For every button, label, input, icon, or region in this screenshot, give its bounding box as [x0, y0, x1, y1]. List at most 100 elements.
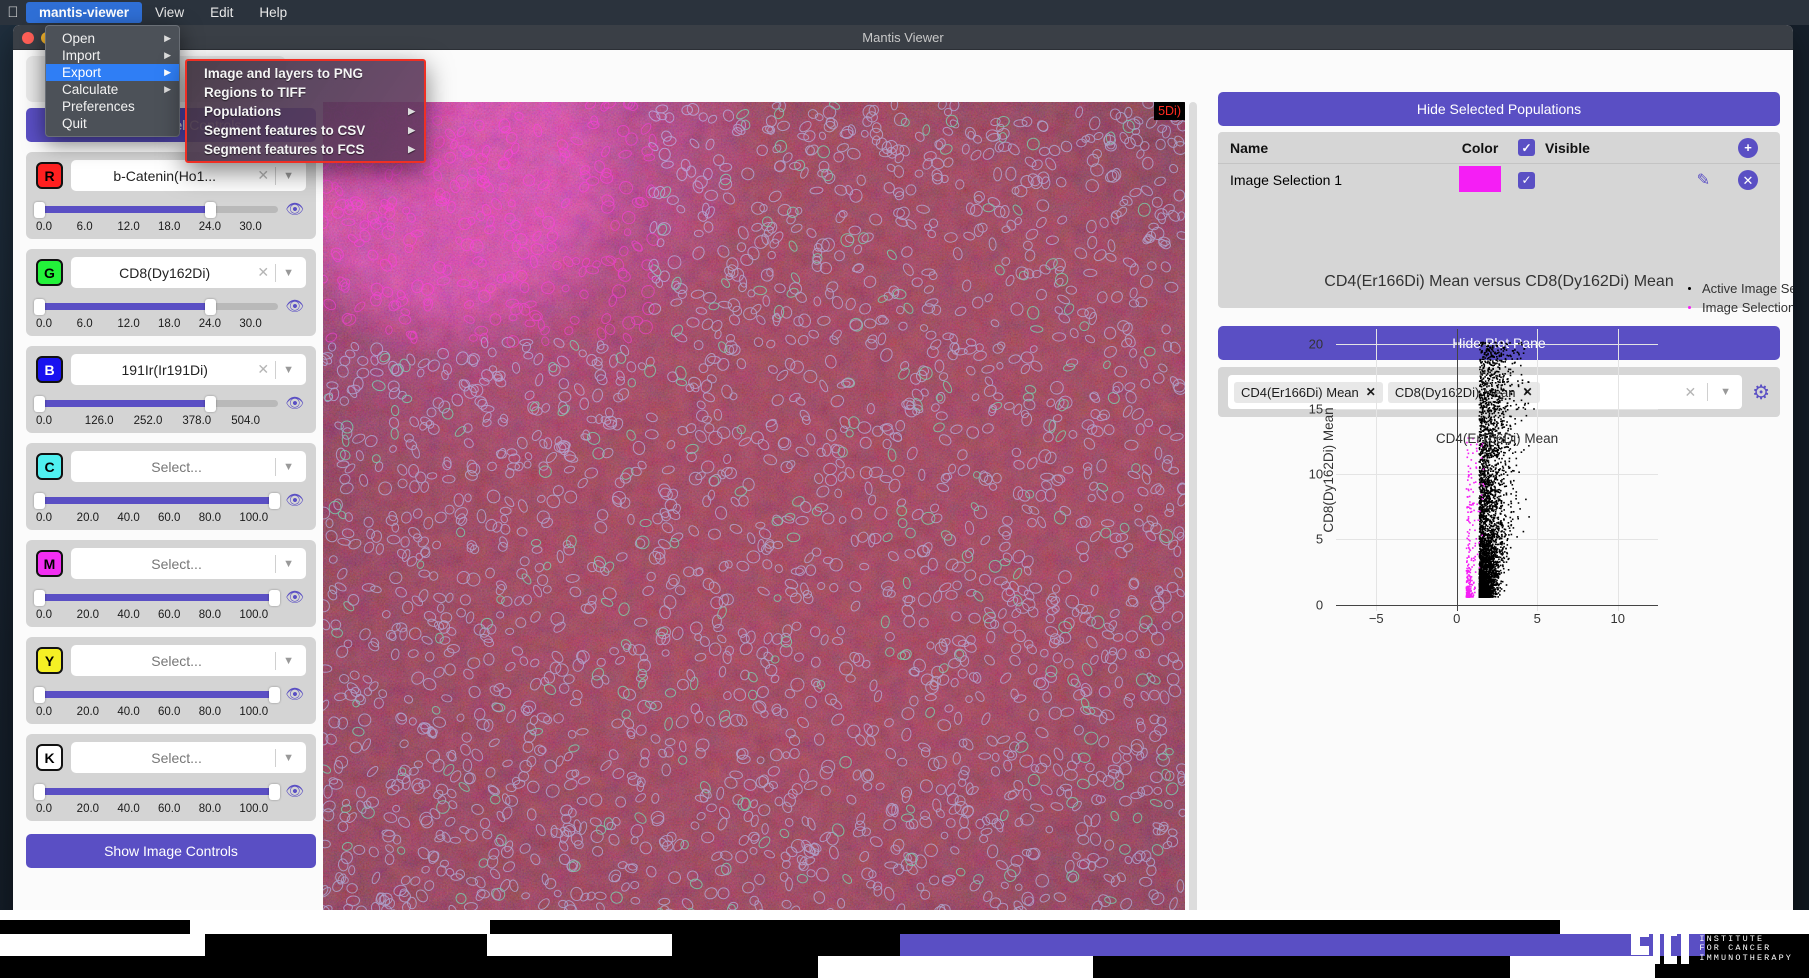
channel-ticks-c: 0.0 20.0 40.0 60.0 80.0 100.0	[36, 512, 269, 524]
population-visible-checkbox[interactable]: ✓	[1518, 171, 1535, 189]
channel-value-y: Select...	[151, 652, 202, 669]
x-axis-label: CD4(Er166Di) Mean	[1435, 431, 1559, 446]
window-title: Mantis Viewer	[862, 29, 944, 45]
close-window-button[interactable]	[22, 31, 34, 44]
color-swatch[interactable]	[1459, 165, 1501, 192]
population-color-cell[interactable]	[1442, 165, 1518, 195]
populations-table-header: Name Color ✓ Visible +	[1218, 132, 1780, 164]
menu-item-open[interactable]: Open ▶	[46, 30, 179, 47]
channel-range-slider-k[interactable]	[34, 783, 280, 800]
chevron-down-icon[interactable]: ▼	[276, 558, 299, 570]
channel-range-slider-b[interactable]	[34, 395, 278, 412]
x-tick-label: 10	[1610, 611, 1625, 626]
bar-purple	[900, 934, 1705, 956]
hide-selected-populations-button[interactable]: Hide Selected Populations	[1218, 92, 1780, 126]
chevron-down-icon[interactable]: ▼	[276, 752, 299, 764]
submenu-item-regions-to-tiff[interactable]: Regions to TIFF	[187, 83, 424, 102]
channel-range-slider-y[interactable]	[34, 686, 280, 703]
chevron-down-icon[interactable]: ▼	[276, 170, 299, 182]
legend-label: Image Selection 1	[1702, 300, 1793, 315]
macmenu-item-view[interactable]: View	[142, 2, 197, 23]
column-header-visible: ✓ Visible	[1518, 139, 1668, 156]
channel-badge-g: G	[36, 259, 63, 286]
export-submenu: Image and layers to PNG Regions to TIFF …	[185, 59, 426, 163]
channel-select-k[interactable]: Select... ▼	[71, 742, 306, 773]
legend-item[interactable]: Active Image Set	[1688, 279, 1793, 298]
plus-circle-icon[interactable]: +	[1738, 137, 1758, 158]
legend-marker-icon	[1688, 287, 1691, 290]
y-tick-label: 0	[1315, 597, 1324, 612]
channel-card-y: Y Select... ▼ 👁 0.0 20.0 40.0 60.0 80.0 …	[26, 637, 316, 724]
channel-range-slider-m[interactable]	[34, 589, 280, 606]
x-tick-label: −5	[1368, 611, 1384, 626]
chevron-down-icon[interactable]: ▼	[276, 461, 299, 473]
channel-range-slider-c[interactable]	[34, 492, 280, 509]
cell-segmentation-overlay	[323, 102, 1185, 935]
submenu-item-image-and-layers-to-png[interactable]: Image and layers to PNG	[187, 64, 424, 83]
chevron-down-icon[interactable]: ▼	[276, 364, 299, 376]
channel-select-b[interactable]: 191Ir(Ir191Di) ✕ ▼	[71, 354, 306, 385]
eye-icon[interactable]: 👁	[284, 297, 306, 315]
clear-icon[interactable]: ✕	[251, 361, 275, 378]
close-circle-icon[interactable]: ✕	[1738, 170, 1758, 190]
show-image-controls-button[interactable]: Show Image Controls	[26, 834, 316, 868]
bar-white	[0, 934, 205, 956]
image-canvas[interactable]: 5Di)	[323, 102, 1185, 935]
image-viewport[interactable]: 5Di)	[323, 80, 1197, 935]
channel-select-r[interactable]: b-Catenin(Ho1... ✕ ▼	[71, 160, 306, 191]
legend-item[interactable]: Image Selection 1	[1688, 298, 1793, 317]
menu-item-export[interactable]: Export ▶	[46, 64, 179, 81]
menu-item-preferences[interactable]: Preferences	[46, 98, 179, 115]
channel-select-y[interactable]: Select... ▼	[71, 645, 306, 676]
clear-icon[interactable]: ✕	[251, 264, 275, 281]
table-row[interactable]: Image Selection 1 ✓ ✎ ✕	[1218, 164, 1780, 196]
bottom-overlay-bars: PARKER INSTITUTE FOR CANCER IMMUNOTHERAP…	[0, 910, 1809, 978]
channel-overlay-label: 5Di)	[1154, 102, 1185, 120]
eye-icon[interactable]: 👁	[284, 588, 306, 606]
channel-select-c[interactable]: Select... ▼	[71, 451, 306, 482]
channel-badge-k: K	[36, 744, 63, 771]
bar-black	[490, 920, 1560, 934]
submenu-item-segment-features-to-fcs[interactable]: Segment features to FCS ▶	[187, 140, 424, 159]
canvas-vertical-scrollbar[interactable]	[1189, 102, 1197, 935]
submenu-item-segment-features-to-csv[interactable]: Segment features to CSV ▶	[187, 121, 424, 140]
bar-white	[190, 920, 490, 934]
right-panel: Hide Selected Populations Name Color ✓ V…	[1218, 92, 1793, 942]
channel-controls-sidebar: Hide Channel Controls R b-Catenin(Ho1...…	[26, 56, 316, 886]
eye-icon[interactable]: 👁	[284, 394, 306, 412]
eye-icon[interactable]: 👁	[284, 200, 306, 218]
chevron-down-icon[interactable]: ▼	[276, 655, 299, 667]
channel-range-slider-r[interactable]	[34, 201, 278, 218]
menu-item-import[interactable]: Import ▶	[46, 47, 179, 64]
eye-icon[interactable]: 👁	[284, 685, 306, 703]
visible-all-checkbox[interactable]: ✓	[1518, 139, 1535, 156]
channel-ticks-r: 0.0 6.0 12.0 18.0 24.0 30.0	[36, 221, 262, 233]
chevron-down-icon[interactable]: ▼	[276, 267, 299, 279]
menu-item-calculate[interactable]: Calculate ▶	[46, 81, 179, 98]
macmenu-item-mantis-viewer[interactable]: mantis-viewer	[26, 2, 143, 23]
y-tick-label: 5	[1315, 531, 1324, 547]
pici-wordmark: PARKER INSTITUTE FOR CANCER IMMUNOTHERAP…	[1699, 924, 1793, 963]
clear-icon[interactable]: ✕	[251, 167, 275, 184]
app-menu-dropdown: Open ▶ Import ▶ Export ▶ Calculate ▶ Prefere…	[45, 25, 180, 137]
channel-ticks-g: 0.0 6.0 12.0 18.0 24.0 30.0	[36, 318, 262, 330]
submenu-item-populations[interactable]: Populations ▶	[187, 102, 424, 121]
macmenu-item-help[interactable]: Help	[246, 2, 300, 23]
column-header-name: Name	[1230, 139, 1269, 156]
eye-icon[interactable]: 👁	[284, 491, 306, 509]
chevron-right-icon: ▶	[408, 144, 415, 154]
pici-line-4: IMMUNOTHERAPY	[1699, 952, 1793, 963]
pencil-icon[interactable]: ✎	[1697, 170, 1710, 190]
menu-item-quit[interactable]: Quit	[46, 115, 179, 132]
x-tick-label: 5	[1533, 611, 1541, 626]
apple-logo-icon[interactable]: 	[0, 5, 26, 20]
channel-select-m[interactable]: Select... ▼	[71, 548, 306, 579]
macmenu-item-edit[interactable]: Edit	[197, 2, 246, 23]
eye-icon[interactable]: 👁	[284, 782, 306, 800]
channel-select-g[interactable]: CD8(Dy162Di) ✕ ▼	[71, 257, 306, 288]
window-body: Hide Channel Controls R b-Catenin(Ho1...…	[13, 50, 1793, 969]
channel-range-slider-g[interactable]	[34, 298, 278, 315]
channel-value-c: Select...	[151, 458, 202, 475]
macos-menu-bar:  mantis-viewer View Edit Help	[0, 0, 1809, 25]
plot-axes-area: 20 15 10 5 0 −5 0 5 10 CD8(Dy162Di) Mean…	[1309, 329, 1658, 626]
